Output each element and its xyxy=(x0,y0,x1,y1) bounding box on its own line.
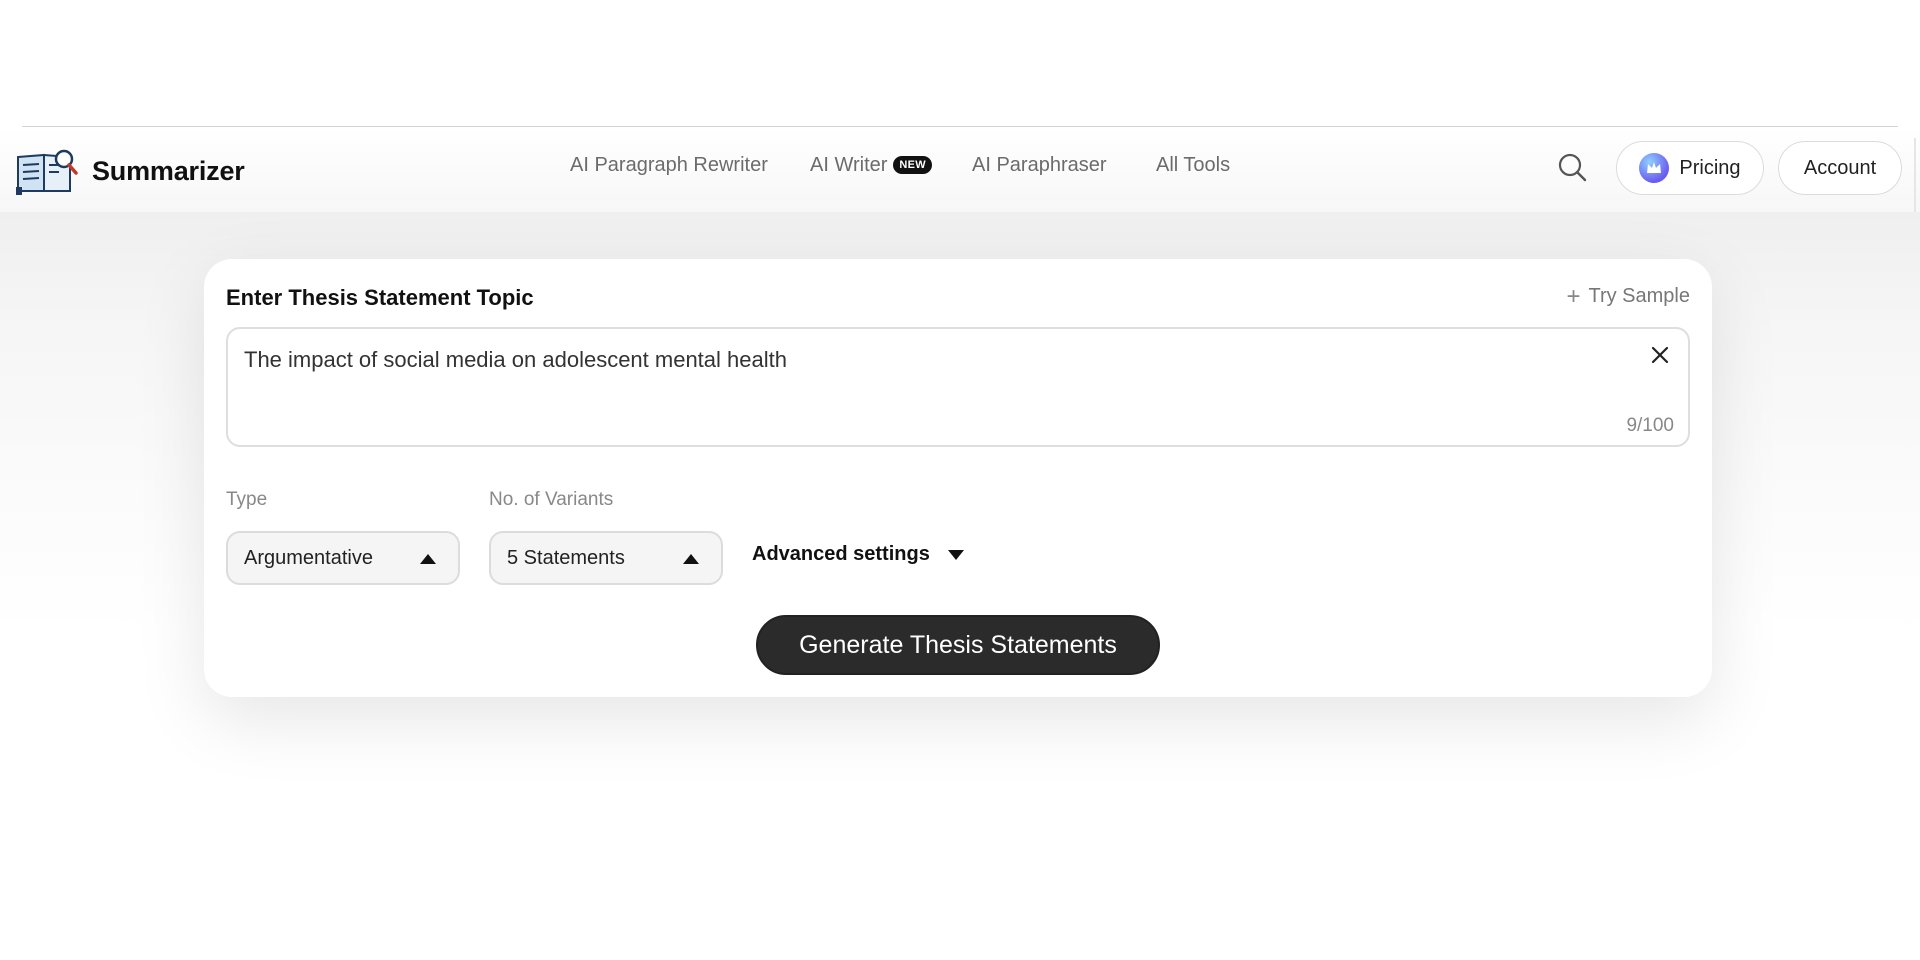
generate-button[interactable]: Generate Thesis Statements xyxy=(756,615,1160,675)
new-badge: NEW xyxy=(893,156,932,174)
nav-ai-paraphraser[interactable]: AI Paraphraser xyxy=(972,154,1107,177)
account-label: Account xyxy=(1803,156,1877,179)
pricing-button[interactable]: Pricing xyxy=(1616,141,1764,195)
try-sample-label: Try Sample xyxy=(1588,285,1690,307)
caret-up-icon xyxy=(420,554,436,564)
variants-select-value: 5 Statements xyxy=(507,546,625,569)
try-sample-button[interactable]: + Try Sample xyxy=(1566,282,1690,310)
character-counter: 9/100 xyxy=(1626,415,1674,436)
topic-input-value: The impact of social media on adolescent… xyxy=(244,347,787,372)
caret-down-icon xyxy=(947,549,964,560)
card-title: Enter Thesis Statement Topic xyxy=(226,285,534,310)
nav-all-tools[interactable]: All Tools xyxy=(1156,154,1230,177)
brand-logo[interactable]: Summarizer xyxy=(14,147,245,195)
variants-select[interactable]: 5 Statements xyxy=(489,531,723,585)
nav-ai-writer[interactable]: AI Writer NEW xyxy=(810,154,932,177)
crown-icon xyxy=(1639,153,1670,183)
brand-name: Summarizer xyxy=(92,155,245,186)
topic-input[interactable]: The impact of social media on adolescent… xyxy=(226,327,1690,447)
book-logo-icon xyxy=(16,149,78,195)
caret-up-icon xyxy=(683,554,699,564)
pricing-label: Pricing xyxy=(1679,156,1741,179)
type-select[interactable]: Argumentative xyxy=(226,531,460,585)
type-select-value: Argumentative xyxy=(244,546,373,569)
variants-label: No. of Variants xyxy=(489,489,614,510)
nav-ai-paragraph-rewriter[interactable]: AI Paragraph Rewriter xyxy=(570,154,768,177)
advanced-settings-label: Advanced settings xyxy=(752,543,930,565)
nav-ai-writer-label: AI Writer xyxy=(810,154,888,176)
advanced-settings-toggle[interactable]: Advanced settings xyxy=(752,543,964,566)
thesis-generator-card: Enter Thesis Statement Topic + Try Sampl… xyxy=(204,259,1712,697)
close-icon[interactable] xyxy=(1646,341,1674,369)
search-icon[interactable] xyxy=(1556,151,1588,183)
site-header: Summarizer AI Paragraph Rewriter AI Writ… xyxy=(0,127,1920,212)
plus-icon: + xyxy=(1566,282,1581,310)
type-label: Type xyxy=(226,489,268,510)
account-button[interactable]: Account xyxy=(1778,141,1902,195)
